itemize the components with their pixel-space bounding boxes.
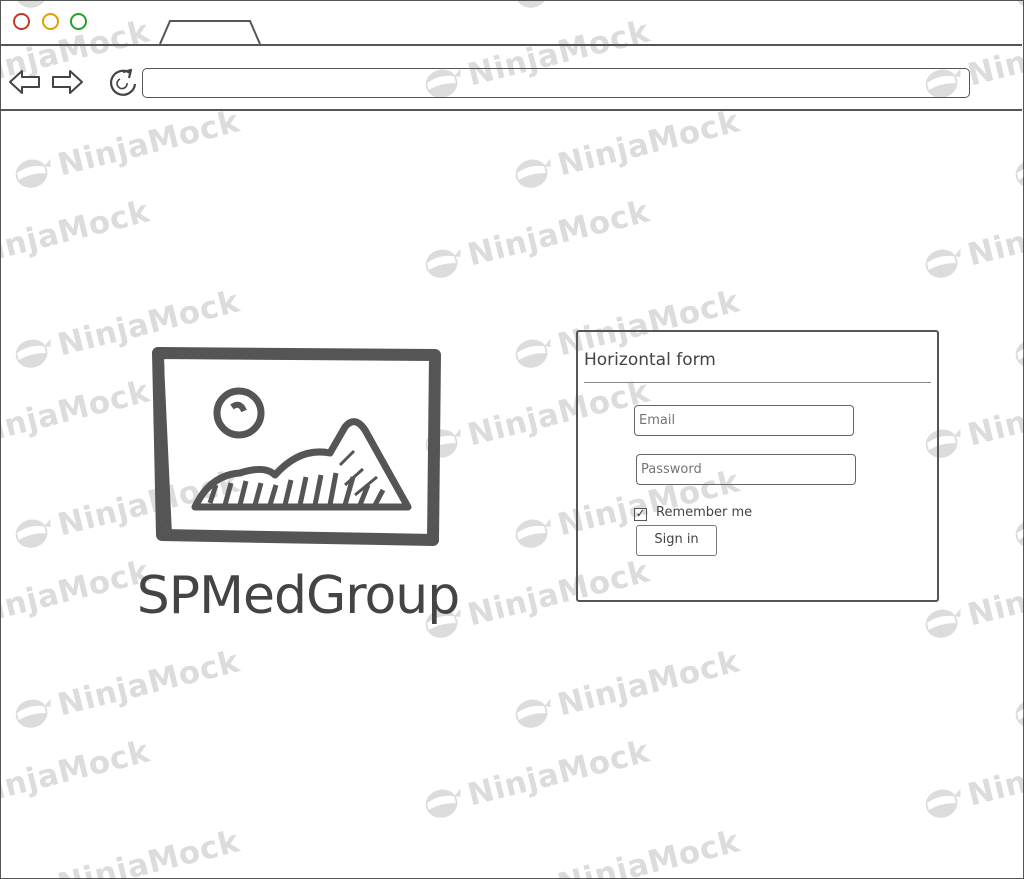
titlebar-divider bbox=[0, 44, 1022, 46]
browser-tab[interactable] bbox=[158, 19, 262, 45]
brand-name: SPMedGroup bbox=[140, 566, 459, 626]
logo-image-placeholder: SPMedGroup bbox=[140, 347, 460, 626]
sign-in-button[interactable]: Sign in bbox=[636, 525, 717, 556]
remember-me-label: Remember me bbox=[656, 505, 753, 520]
arrow-left-icon[interactable] bbox=[8, 66, 42, 98]
login-form-panel: Horizontal form ✓ Remember me Sign in bbox=[576, 330, 939, 602]
toolbar-divider bbox=[0, 109, 1022, 111]
email-field[interactable] bbox=[634, 405, 854, 436]
form-title-divider bbox=[584, 382, 931, 383]
arrow-right-icon[interactable] bbox=[50, 66, 84, 98]
maximize-window-button[interactable] bbox=[70, 13, 87, 30]
remember-me-checkbox[interactable]: ✓ bbox=[634, 508, 647, 521]
form-title: Horizontal form bbox=[584, 350, 716, 370]
title-bar bbox=[0, 0, 1022, 45]
address-bar[interactable] bbox=[142, 68, 970, 98]
minimize-window-button[interactable] bbox=[42, 13, 59, 30]
image-placeholder-icon bbox=[152, 347, 441, 546]
password-field[interactable] bbox=[636, 454, 856, 485]
close-window-button[interactable] bbox=[13, 13, 30, 30]
reload-icon[interactable] bbox=[106, 66, 140, 98]
